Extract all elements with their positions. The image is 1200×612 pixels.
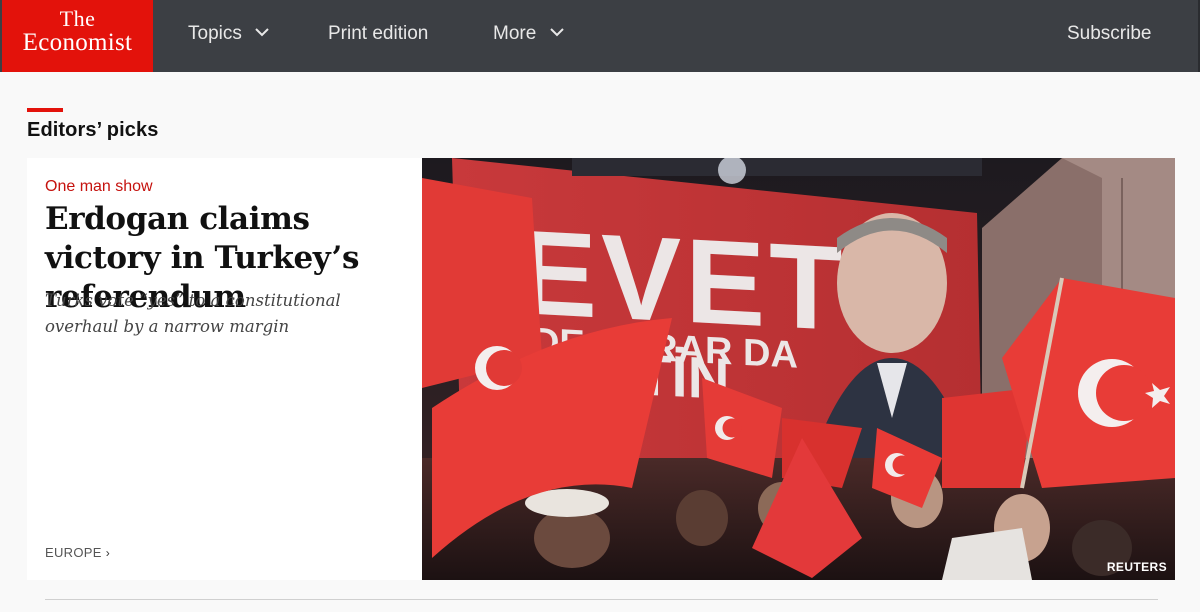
subscribe-label: Subscribe [1067, 23, 1152, 44]
section-accent-rule [27, 108, 63, 112]
nav-topics-label: Topics [188, 23, 242, 44]
chevron-down-icon [255, 28, 269, 37]
logo-line-2: Economist [22, 29, 133, 56]
rally-photo: EVET DE KARAR DA ETTİN [422, 158, 1175, 580]
economist-logo[interactable]: The Economist [2, 0, 153, 72]
article-rubric: Turks vote “yes” to a constitutional ove… [45, 291, 341, 336]
bottom-divider [45, 599, 1158, 600]
chevron-right-icon: › [105, 546, 110, 560]
chevron-down-icon [549, 28, 564, 37]
subscribe-link[interactable]: Subscribe [1067, 21, 1152, 47]
top-navigation: The Economist Topics Print edition More … [0, 0, 1200, 72]
nav-topics-menu[interactable]: Topics [188, 21, 269, 47]
article-flytitle: One man show [45, 178, 153, 195]
nav-print-edition-link[interactable]: Print edition [328, 21, 428, 47]
article-section-label: EUROPE [45, 545, 102, 560]
section-title: Editors’ picks [27, 119, 159, 141]
article-image[interactable]: EVET DE KARAR DA ETTİN REUTERS [422, 158, 1175, 580]
article-section-link[interactable]: EUROPE › [45, 545, 110, 560]
photo-credit: REUTERS [1106, 560, 1167, 574]
nav-more-menu[interactable]: More [493, 21, 564, 47]
nav-print-edition-label: Print edition [328, 23, 429, 44]
featured-article-card[interactable]: One man show Erdogan claims victory in T… [27, 158, 422, 580]
nav-more-label: More [493, 23, 537, 44]
logo-line-1: The [59, 6, 96, 31]
